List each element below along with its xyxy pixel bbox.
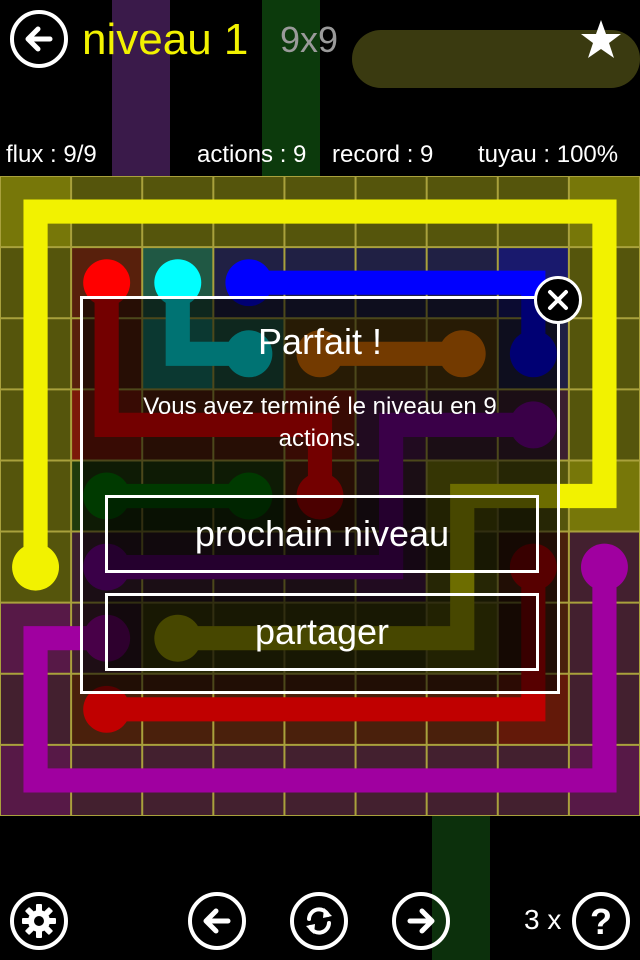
next-level-button[interactable]: prochain niveau [105,495,539,573]
completion-dialog: Parfait ! Vous avez terminé le niveau en… [80,296,560,694]
pipe-stat: tuyau : 100% [478,141,619,168]
best-stat: record : 9 [332,141,434,168]
dialog-title: Parfait ! [257,321,383,362]
close-dialog-button[interactable] [534,276,582,324]
board-size: 9x9 [280,19,339,60]
gear-icon [22,904,56,938]
flows-stat: flux : 9/9 [6,141,97,168]
help-button[interactable]: ? [572,892,630,950]
favorite-button[interactable] [580,18,622,60]
arrow-right-icon [407,908,435,934]
close-icon [548,290,568,310]
arrow-left-icon [25,26,53,52]
moves-stat: actions : 9 [197,141,307,168]
arrow-left-icon [203,908,231,934]
refresh-icon [306,907,332,935]
endpoint-yellow [12,543,60,591]
settings-button[interactable] [10,892,68,950]
level-title: niveau 1 [82,15,249,64]
hints-count: 3 x [524,904,562,935]
share-button[interactable]: partager [105,593,539,671]
next-level-arrow-button[interactable] [392,892,450,950]
question-icon: ? [590,902,612,940]
endpoint-magenta [580,543,628,591]
reset-button[interactable] [290,892,348,950]
star-icon [581,20,621,58]
back-button[interactable] [10,10,68,68]
previous-level-button[interactable] [188,892,246,950]
dialog-message: Vous avez terminé le niveau en 9 actions… [143,393,497,452]
svg-text:?: ? [590,902,612,940]
